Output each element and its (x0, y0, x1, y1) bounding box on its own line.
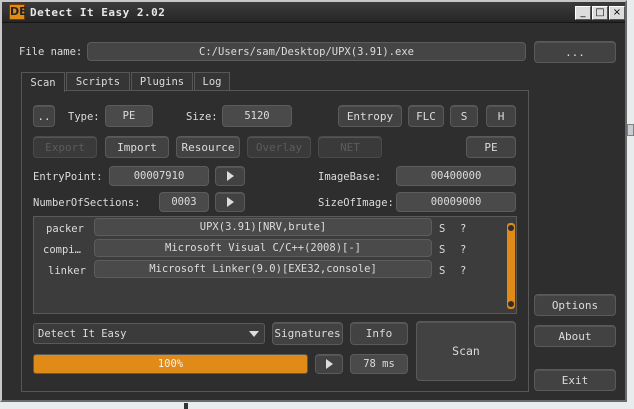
type-field[interactable]: PE (105, 105, 153, 127)
result-help-button[interactable]: ? (460, 244, 466, 256)
tab-scan[interactable]: Scan (21, 72, 65, 92)
imagebase-label: ImageBase: (318, 171, 382, 183)
close-button[interactable]: × (609, 6, 625, 20)
result-name-linker[interactable]: Microsoft Linker(9.0)[EXE32,console] (94, 260, 432, 278)
signatures-button[interactable]: Signatures (272, 322, 343, 345)
progress-bar: 100% (33, 354, 308, 374)
result-help-button[interactable]: ? (460, 223, 466, 235)
hex-button[interactable]: H (486, 105, 516, 127)
results-scrollbar[interactable] (507, 220, 515, 312)
browse-button[interactable]: ... (534, 41, 616, 63)
imagebase-field: 00400000 (396, 166, 516, 186)
chevron-right-icon (226, 171, 234, 181)
result-signature-button[interactable]: S (439, 223, 445, 235)
flc-button[interactable]: FLC (408, 105, 444, 127)
entrypoint-field: 00007910 (109, 166, 209, 186)
type-label: Type: (68, 111, 100, 123)
tab-plugins[interactable]: Plugins (131, 72, 193, 91)
result-help-button[interactable]: ? (460, 265, 466, 277)
result-signature-button[interactable]: S (439, 265, 445, 277)
export-button[interactable]: Export (33, 136, 97, 158)
sections-go-button[interactable] (215, 192, 245, 212)
sizeofimage-label: SizeOfImage: (318, 197, 394, 209)
scroll-down-icon[interactable] (508, 301, 514, 307)
options-button[interactable]: Options (534, 294, 616, 316)
sections-field: 0003 (159, 192, 209, 212)
scan-button[interactable]: Scan (416, 321, 516, 381)
exit-button[interactable]: Exit (534, 369, 616, 391)
file-name-label: File name: (19, 46, 83, 58)
chevron-down-icon (249, 331, 259, 337)
size-label: Size: (186, 111, 218, 123)
chevron-right-icon (325, 359, 333, 369)
result-name-packer[interactable]: UPX(3.91)[NRV,brute] (94, 218, 432, 236)
sizeofimage-field: 00009000 (396, 192, 516, 212)
entrypoint-label: EntryPoint: (33, 171, 103, 183)
mouse-cursor (184, 403, 188, 409)
result-signature-button[interactable]: S (439, 244, 445, 256)
file-name-field[interactable]: C:/Users/sam/Desktop/UPX(3.91).exe (87, 42, 526, 61)
scrollbar-thumb[interactable] (507, 223, 515, 309)
size-field: 5120 (222, 105, 292, 127)
entrypoint-go-button[interactable] (215, 166, 245, 186)
chevron-right-icon (226, 197, 234, 207)
result-type-packer: packer (46, 223, 84, 235)
overlay-button[interactable]: Overlay (247, 136, 311, 158)
title-bar[interactable]: DE Detect It Easy 2.02 _ □ × (2, 2, 625, 23)
sections-label: NumberOfSections: (33, 197, 141, 209)
resource-button[interactable]: Resource (176, 136, 240, 158)
scroll-up-icon[interactable] (508, 225, 514, 231)
tab-scripts[interactable]: Scripts (66, 72, 130, 91)
parent-directory-button[interactable]: .. (33, 105, 55, 127)
desktop-background (627, 0, 634, 409)
desktop-window-edge (627, 124, 634, 136)
progress-text: 100% (157, 358, 184, 370)
result-name-compiler[interactable]: Microsoft Visual C/C++(2008)[-] (94, 239, 432, 257)
entropy-button[interactable]: Entropy (338, 105, 402, 127)
progress-details-button[interactable] (315, 354, 343, 374)
engine-select-value: Detect It Easy (38, 327, 127, 340)
minimize-button[interactable]: _ (575, 6, 591, 20)
pe-button[interactable]: PE (466, 136, 516, 158)
main-window: DE Detect It Easy 2.02 _ □ × File name: … (0, 0, 627, 402)
result-type-compiler: compi… (43, 244, 81, 256)
desktop-background-bottom (0, 402, 634, 409)
result-type-linker: linker (48, 265, 86, 277)
import-button[interactable]: Import (105, 136, 169, 158)
app-icon: DE (9, 4, 27, 20)
net-button[interactable]: NET (318, 136, 382, 158)
info-button[interactable]: Info (350, 322, 408, 345)
strings-button[interactable]: S (450, 105, 478, 127)
tab-log[interactable]: Log (194, 72, 230, 91)
engine-select[interactable]: Detect It Easy (33, 323, 265, 344)
about-button[interactable]: About (534, 325, 616, 347)
elapsed-time: 78 ms (350, 354, 408, 374)
window-title: Detect It Easy 2.02 (30, 6, 166, 19)
maximize-button[interactable]: □ (592, 6, 608, 20)
